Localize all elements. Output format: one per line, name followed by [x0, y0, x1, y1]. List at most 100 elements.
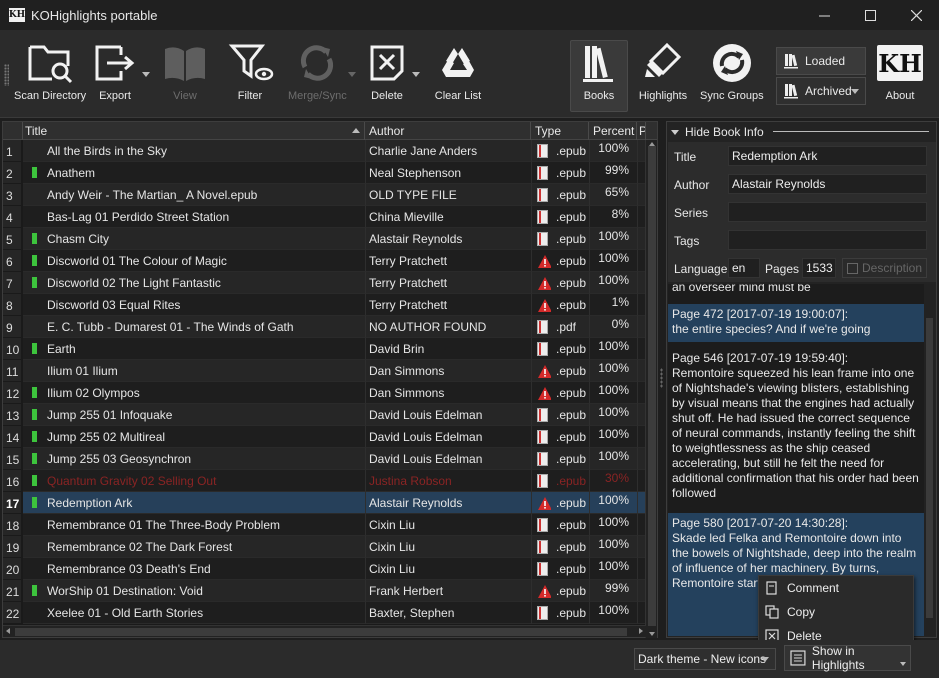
type-cell[interactable]: .epub — [531, 206, 589, 228]
table-row[interactable]: 8 Discworld 03 Equal Rites Terry Pratchett… — [3, 294, 646, 316]
table-row[interactable]: 14 Jump 255 02 Multireal David Louis Edelm… — [3, 426, 646, 448]
minimize-icon[interactable] — [801, 0, 847, 30]
table-row[interactable]: 6 Discworld 01 The Colour of Magic Terry P… — [3, 250, 646, 272]
author-cell[interactable]: Neal Stephenson — [365, 162, 531, 184]
delete-button[interactable]: Delete — [362, 40, 420, 102]
type-cell[interactable]: .epub — [531, 602, 589, 624]
row-number[interactable]: 12 — [3, 382, 21, 404]
highlight-item[interactable]: an overseer mind must be — [668, 284, 924, 298]
row-number[interactable]: 13 — [3, 404, 21, 426]
highlights-view-button[interactable]: Highlights — [638, 40, 688, 102]
splitter-handle[interactable] — [660, 368, 663, 388]
column-header-title[interactable]: Title — [23, 122, 365, 140]
title-cell[interactable]: Xeelee 01 - Old Earth Stories — [23, 602, 365, 624]
row-number[interactable]: 2 — [3, 162, 21, 184]
table-vertical-scrollbar[interactable] — [645, 140, 657, 638]
title-cell[interactable]: Discworld 02 The Light Fantastic — [23, 272, 365, 294]
scroll-right-icon[interactable] — [639, 628, 643, 634]
author-cell[interactable]: Charlie Jane Anders — [365, 140, 531, 162]
title-cell[interactable]: WorShip 01 Destination: Void — [23, 580, 365, 602]
percent-cell[interactable]: 30% — [589, 470, 637, 492]
title-cell[interactable]: Redemption Ark — [23, 492, 365, 514]
table-row[interactable]: 19 Remembrance 02 The Dark Forest Cixin Li… — [3, 536, 646, 558]
close-icon[interactable] — [893, 0, 939, 30]
vertical-scroll-thumb[interactable] — [648, 146, 656, 626]
percent-cell[interactable]: 100% — [589, 404, 637, 426]
table-row[interactable]: 17 Redemption Ark Alastair Reynolds .epub 10… — [3, 492, 646, 514]
title-cell[interactable]: Jump 255 01 Infoquake — [23, 404, 365, 426]
type-cell[interactable]: .epub — [531, 228, 589, 250]
row-number[interactable]: 15 — [3, 448, 21, 470]
title-cell[interactable]: Jump 255 02 Multireal — [23, 426, 365, 448]
scan-directory-button[interactable]: Scan Directory — [14, 40, 86, 102]
author-cell[interactable]: Cixin Liu — [365, 514, 531, 536]
row-number[interactable]: 3 — [3, 184, 21, 206]
title-cell[interactable]: Remembrance 01 The Three-Body Problem — [23, 514, 365, 536]
percent-cell[interactable]: 0% — [589, 316, 637, 338]
table-horizontal-scrollbar[interactable] — [3, 625, 646, 637]
series-field[interactable] — [728, 202, 927, 222]
title-cell[interactable]: Jump 255 03 Geosynchron — [23, 448, 365, 470]
table-row[interactable]: 5 Chasm City Alastair Reynolds .epub 100% — [3, 228, 646, 250]
author-cell[interactable]: Cixin Liu — [365, 558, 531, 580]
author-cell[interactable]: David Louis Edelman — [365, 426, 531, 448]
highlight-item[interactable]: Page 546 [2017-07-19 19:59:40]: Remontoi… — [668, 348, 924, 506]
title-cell[interactable]: Remembrance 02 The Dark Forest — [23, 536, 365, 558]
percent-cell[interactable]: 99% — [589, 580, 637, 602]
table-row[interactable]: 18 Remembrance 01 The Three-Body Problem C… — [3, 514, 646, 536]
scroll-down-icon[interactable] — [649, 632, 655, 636]
percent-cell[interactable]: 100% — [589, 360, 637, 382]
percent-cell[interactable]: 8% — [589, 206, 637, 228]
table-row[interactable]: 21 WorShip 01 Destination: Void Frank Herb… — [3, 580, 646, 602]
row-number[interactable]: 6 — [3, 250, 21, 272]
sync-groups-view-button[interactable]: Sync Groups — [700, 40, 764, 102]
type-cell[interactable]: .pdf — [531, 316, 589, 338]
title-cell[interactable]: Andy Weir - The Martian_ A Novel.epub — [23, 184, 365, 206]
row-number[interactable]: 11 — [3, 360, 21, 382]
author-cell[interactable]: Terry Pratchett — [365, 250, 531, 272]
author-cell[interactable]: David Brin — [365, 338, 531, 360]
author-cell[interactable]: Terry Pratchett — [365, 272, 531, 294]
row-number[interactable]: 19 — [3, 536, 21, 558]
books-view-button[interactable]: Books — [574, 40, 624, 102]
table-row[interactable]: 16 Quantum Gravity 02 Selling Out Justina … — [3, 470, 646, 492]
row-number[interactable]: 18 — [3, 514, 21, 536]
type-cell[interactable]: .epub — [531, 162, 589, 184]
type-cell[interactable]: .epub — [531, 492, 589, 514]
row-number[interactable]: 20 — [3, 558, 21, 580]
table-row[interactable]: 13 Jump 255 01 Infoquake David Louis Edelm… — [3, 404, 646, 426]
table-row[interactable]: 1 All the Birds in the Sky Charlie Jane An… — [3, 140, 646, 162]
column-header-percent[interactable]: Percent — [589, 122, 637, 140]
percent-cell[interactable]: 100% — [589, 514, 637, 536]
author-cell[interactable]: David Louis Edelman — [365, 448, 531, 470]
column-header-extra[interactable]: P — [637, 122, 646, 140]
scroll-left-icon[interactable] — [6, 628, 10, 634]
author-cell[interactable]: Alastair Reynolds — [365, 228, 531, 250]
percent-cell[interactable]: 100% — [589, 250, 637, 272]
row-number[interactable]: 14 — [3, 426, 21, 448]
type-cell[interactable]: .epub — [531, 426, 589, 448]
table-row[interactable]: 7 Discworld 02 The Light Fantastic Terry P… — [3, 272, 646, 294]
archived-dropdown-icon[interactable] — [851, 89, 859, 94]
highlight-item[interactable]: Page 472 [2017-07-19 19:00:07]: the enti… — [668, 304, 924, 342]
title-cell[interactable]: Discworld 03 Equal Rites — [23, 294, 365, 316]
type-cell[interactable]: .epub — [531, 470, 589, 492]
row-number[interactable]: 17 — [3, 492, 21, 514]
percent-cell[interactable]: 100% — [589, 602, 637, 624]
title-cell[interactable]: Ilium 01 Ilium — [23, 360, 365, 382]
filter-button[interactable]: Filter — [225, 40, 275, 102]
table-row[interactable]: 12 Ilium 02 Olympos Dan Simmons .epub 100% — [3, 382, 646, 404]
percent-cell[interactable]: 100% — [589, 382, 637, 404]
type-cell[interactable]: .epub — [531, 360, 589, 382]
title-cell[interactable]: Discworld 01 The Colour of Magic — [23, 250, 365, 272]
percent-cell[interactable]: 100% — [589, 426, 637, 448]
type-cell[interactable]: .epub — [531, 184, 589, 206]
percent-cell[interactable]: 65% — [589, 184, 637, 206]
menu-item-copy[interactable]: Copy — [759, 600, 913, 624]
author-cell[interactable]: Frank Herbert — [365, 580, 531, 602]
row-number[interactable]: 1 — [3, 140, 21, 162]
title-cell[interactable]: Ilium 02 Olympos — [23, 382, 365, 404]
type-cell[interactable]: .epub — [531, 140, 589, 162]
table-row[interactable]: 15 Jump 255 03 Geosynchron David Louis Ede… — [3, 448, 646, 470]
percent-cell[interactable]: 100% — [589, 228, 637, 250]
